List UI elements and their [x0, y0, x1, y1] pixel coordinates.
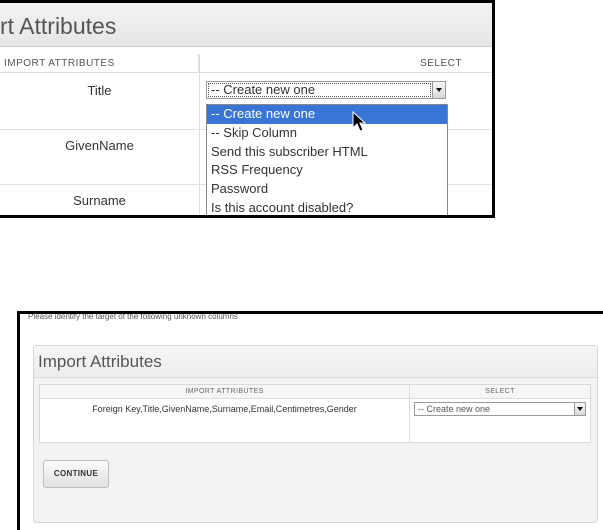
instruction-text: Please identify the target of the follow… [28, 312, 238, 321]
zoomed-import-panel: rt Attributes IMPORT ATTRIBUTES SELECT T… [0, 0, 495, 218]
column-header-import-attributes: IMPORT ATTRIBUTES [0, 54, 199, 73]
continue-button[interactable]: CONTINUE [43, 460, 109, 488]
option-create-new[interactable]: -- Create new one [207, 105, 447, 124]
column-header-select: SELECT [200, 54, 492, 73]
column-header-import-attributes: IMPORT ATTRIBUTES [40, 385, 410, 399]
target-dropdown-list[interactable]: -- Create new one -- Skip Column Send th… [206, 104, 448, 215]
column-divider [409, 385, 410, 442]
target-select[interactable]: -- Create new one [414, 402, 586, 416]
option-send-html[interactable]: Send this subscriber HTML [207, 143, 447, 162]
option-rss-frequency[interactable]: RSS Frequency [207, 161, 447, 180]
option-account-disabled[interactable]: Is this account disabled? [207, 199, 447, 215]
option-skip-column[interactable]: -- Skip Column [207, 124, 447, 143]
panel-heading: rt Attributes [0, 3, 492, 47]
column-divider [199, 54, 200, 215]
dropdown-arrow-button[interactable] [574, 403, 585, 415]
row-label-givenname: GivenName [65, 138, 134, 153]
table-row-columns: Foreign Key,Title,GivenName,Surname,Emai… [92, 404, 357, 414]
title-target-select[interactable]: -- Create new one [206, 81, 446, 99]
option-password[interactable]: Password [207, 180, 447, 199]
dropdown-arrow-button[interactable] [432, 82, 445, 98]
mouse-pointer-icon [352, 111, 366, 132]
column-header-select: SELECT [410, 385, 590, 399]
card-title: Import Attributes [34, 346, 597, 378]
row-label-title: Title [87, 83, 112, 98]
chevron-down-icon [577, 407, 583, 411]
import-attributes-card: Import Attributes IMPORT ATTRIBUTES SELE… [33, 345, 598, 523]
import-attributes-page: Please identify the target of the follow… [17, 311, 603, 530]
select-value: -- Create new one [418, 404, 491, 414]
chevron-down-icon [436, 88, 442, 92]
focus-ring [208, 83, 431, 97]
row-label-surname: Surname [73, 193, 126, 208]
attributes-table: IMPORT ATTRIBUTES SELECT Foreign Key,Tit… [39, 384, 591, 443]
